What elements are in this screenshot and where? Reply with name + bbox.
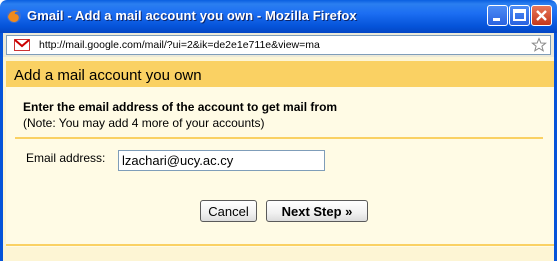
- url-text: http://mail.google.com/mail/?ui=2&ik=de2…: [39, 39, 320, 51]
- maximize-icon: [513, 9, 526, 21]
- next-step-button[interactable]: Next Step »: [266, 200, 368, 222]
- close-icon: [536, 10, 547, 21]
- close-button[interactable]: [531, 5, 552, 26]
- note-text: (Note: You may add 4 more of your accoun…: [23, 116, 265, 130]
- address-field[interactable]: http://mail.google.com/mail/?ui=2&ik=de2…: [6, 35, 551, 55]
- firefox-icon: [6, 8, 22, 24]
- divider: [15, 137, 543, 139]
- window-title: Gmail - Add a mail account you own - Moz…: [27, 8, 357, 23]
- page-title: Add a mail account you own: [14, 67, 202, 84]
- content-frame: Add a mail account you own Enter the ema…: [0, 57, 557, 261]
- minimize-icon: [493, 18, 500, 21]
- instruction-text: Enter the email address of the account t…: [23, 100, 338, 114]
- star-icon[interactable]: [531, 37, 547, 53]
- gmail-icon: [14, 38, 30, 52]
- maximize-button[interactable]: [509, 5, 530, 26]
- footer-band: [6, 244, 554, 246]
- cancel-button[interactable]: Cancel: [200, 200, 257, 222]
- minimize-button[interactable]: [487, 5, 508, 26]
- url-bar: http://mail.google.com/mail/?ui=2&ik=de2…: [0, 33, 557, 57]
- email-field[interactable]: [118, 150, 325, 171]
- window-titlebar[interactable]: Gmail - Add a mail account you own - Moz…: [0, 0, 557, 33]
- email-label: Email address:: [26, 151, 106, 165]
